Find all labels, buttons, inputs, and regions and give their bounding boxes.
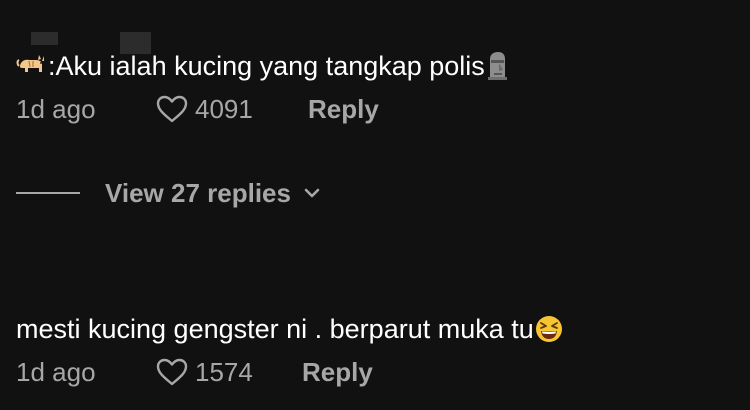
comment-text: : Aku ialah kucing yang tangkap polis: [16, 48, 734, 84]
laughing-emoji-icon: [535, 316, 562, 342]
comment-body: mesti kucing gengster ni . berparut muka…: [16, 314, 534, 344]
comment-timestamp: 1d ago: [16, 93, 96, 124]
cat-emoji-icon: [16, 55, 44, 72]
divider-line: [16, 192, 80, 194]
comment-item: mesti kucing gengster ni . berparut muka…: [16, 311, 734, 389]
like-button[interactable]: 1574: [155, 357, 302, 388]
chevron-down-icon: [304, 188, 320, 198]
like-button[interactable]: 4091: [155, 94, 308, 125]
comment-timestamp: 1d ago: [16, 356, 96, 387]
comment-item: : Aku ialah kucing yang tangkap polis 1d…: [16, 48, 734, 126]
like-count: 1574: [195, 356, 253, 387]
like-count: 4091: [195, 93, 253, 124]
reply-button[interactable]: Reply: [308, 94, 379, 125]
moai-emoji-icon: [487, 52, 507, 80]
comment-meta: 1d ago 1574 Reply: [16, 355, 734, 389]
view-replies-button[interactable]: View 27 replies: [16, 176, 321, 210]
comment-prefix: :: [48, 51, 56, 81]
heart-outline-icon: [156, 358, 188, 386]
heart-outline-icon: [156, 95, 188, 123]
comment-body: Aku ialah kucing yang tangkap polis: [55, 51, 485, 81]
comment-text: mesti kucing gengster ni . berparut muka…: [16, 311, 734, 347]
redacted-username-block: [31, 32, 58, 45]
reply-button[interactable]: Reply: [302, 357, 373, 388]
view-replies-label: View 27 replies: [105, 177, 291, 208]
comment-meta: 1d ago 4091 Reply: [16, 92, 734, 126]
